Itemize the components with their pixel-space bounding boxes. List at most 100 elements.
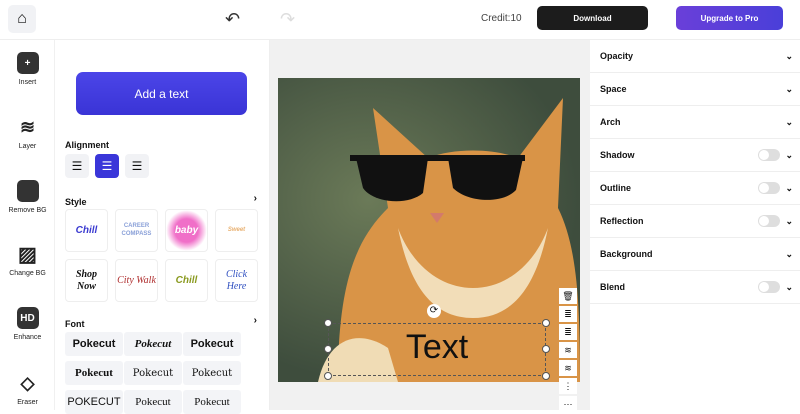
chevron-down-icon[interactable]: ⌄ <box>785 282 793 293</box>
upgrade-button[interactable]: Upgrade to Pro <box>676 6 783 30</box>
redo-icon[interactable]: ↷ <box>280 9 295 30</box>
style-item[interactable]: CAREER COMPASS <box>115 209 158 252</box>
undo-icon[interactable]: ↶ <box>225 9 240 30</box>
align-center-button[interactable]: ☰ <box>95 154 119 178</box>
rail-label: Change BG <box>9 270 46 277</box>
align-left-button[interactable]: ☰ <box>65 154 89 178</box>
send-backward-icon[interactable]: ≣ <box>559 324 577 340</box>
change-bg-icon: ▨ <box>18 243 37 266</box>
tool-rail: + Insert ≋ Layer Remove BG ▨ Change BG HD En… <box>0 40 55 410</box>
chevron-down-icon[interactable]: ⌄ <box>785 117 793 128</box>
property-outline[interactable]: Outline ⌄ <box>590 172 800 205</box>
style-item[interactable]: Sweet <box>215 209 258 252</box>
align-right-button[interactable]: ☰ <box>125 154 149 178</box>
rail-insert[interactable]: + Insert <box>0 52 55 86</box>
hd-icon: HD <box>16 307 39 329</box>
credit-count: Credit:10 <box>481 13 522 24</box>
text-selection-box[interactable]: Text <box>324 319 550 380</box>
font-item[interactable]: Pokecut <box>183 332 241 356</box>
property-arch[interactable]: Arch ⌄ <box>590 106 800 139</box>
style-heading: Style <box>65 197 87 207</box>
rail-change-bg[interactable]: ▨ Change BG <box>0 243 55 278</box>
font-heading: Font <box>65 319 85 329</box>
rail-label: Layer <box>18 143 37 150</box>
home-icon: ⌂ <box>17 10 27 27</box>
chevron-down-icon[interactable]: ⌄ <box>785 249 793 260</box>
style-item[interactable]: City Walk <box>115 259 158 302</box>
property-label: Outline <box>600 183 631 193</box>
delete-icon[interactable]: 🗑 <box>559 288 577 304</box>
property-shadow[interactable]: Shadow ⌄ <box>590 139 800 172</box>
font-item[interactable]: Pokecut <box>65 332 123 356</box>
font-item[interactable]: Pokecut <box>183 390 241 414</box>
chevron-down-icon[interactable]: ⌄ <box>785 216 793 227</box>
chevron-down-icon[interactable]: ⌄ <box>785 51 793 62</box>
object-toolbar: 🗑 ≣ ≣ ≋ ≋ ⋮ ⋯ <box>559 288 577 414</box>
property-label: Opacity <box>600 51 634 61</box>
style-grid: Chill CAREER COMPASS baby Sweet Shop Now… <box>65 209 258 302</box>
font-grid: Pokecut Pokecut Pokecut Pokecut Pokecut … <box>65 332 242 414</box>
resize-handle[interactable] <box>324 372 332 380</box>
resize-handle[interactable] <box>324 345 332 353</box>
property-blend[interactable]: Blend ⌄ <box>590 271 800 304</box>
rail-remove-bg[interactable]: Remove BG <box>0 180 55 214</box>
property-label: Reflection <box>600 216 644 226</box>
rail-label: Insert <box>18 79 37 86</box>
property-toggle[interactable] <box>758 281 780 293</box>
style-more-icon[interactable]: › <box>254 193 257 204</box>
chevron-down-icon[interactable]: ⌄ <box>785 84 793 95</box>
font-item[interactable]: Pokecut <box>124 332 182 356</box>
property-space[interactable]: Space ⌄ <box>590 73 800 106</box>
properties-panel: Opacity ⌄ Space ⌄ Arch ⌄ Shadow ⌄ Outline ⌄ Reflec… <box>590 40 800 410</box>
rotate-icon: ⟳ <box>429 305 439 316</box>
download-button[interactable]: Download <box>537 6 648 30</box>
chevron-down-icon[interactable]: ⌄ <box>785 150 793 161</box>
rotate-handle[interactable]: ⟳ <box>427 304 441 318</box>
property-label: Shadow <box>600 150 635 160</box>
canvas-text[interactable]: Text <box>329 328 545 367</box>
align-right-icon: ☰ <box>131 159 143 173</box>
resize-handle[interactable] <box>542 345 550 353</box>
home-button[interactable]: ⌂ <box>8 5 36 33</box>
style-item[interactable]: Chill <box>65 209 108 252</box>
resize-handle[interactable] <box>542 319 550 327</box>
send-to-back-icon[interactable]: ≋ <box>559 360 577 376</box>
property-opacity[interactable]: Opacity ⌄ <box>590 40 800 73</box>
cat-image[interactable]: ⟳ Text <box>278 78 580 382</box>
font-item[interactable]: Pokecut <box>183 361 241 385</box>
font-item[interactable]: Pokecut <box>124 361 182 385</box>
text-panel: Add a text Alignment ☰ ☰ ☰ Style › Chill… <box>55 40 270 414</box>
property-label: Space <box>600 84 627 94</box>
align-center-icon: ☰ <box>101 159 113 173</box>
chevron-down-icon[interactable]: ⌄ <box>785 183 793 194</box>
style-item[interactable]: baby <box>165 209 208 252</box>
style-item[interactable]: Shop Now <box>65 259 108 302</box>
alignment-heading: Alignment <box>65 140 109 150</box>
bring-forward-icon[interactable]: ≣ <box>559 306 577 322</box>
property-reflection[interactable]: Reflection ⌄ <box>590 205 800 238</box>
font-item[interactable]: POKECUT <box>65 390 123 414</box>
remove-bg-icon <box>16 180 39 202</box>
resize-handle[interactable] <box>324 319 332 327</box>
property-label: Blend <box>600 282 626 292</box>
rail-layer[interactable]: ≋ Layer <box>0 116 55 151</box>
property-toggle[interactable] <box>758 215 780 227</box>
font-item[interactable]: Pokecut <box>124 390 182 414</box>
top-bar: ⌂ ↶ ↷ Credit:10 Download Upgrade to Pro <box>0 0 800 40</box>
rail-enhance[interactable]: HD Enhance <box>0 307 55 341</box>
bring-to-front-icon[interactable]: ≋ <box>559 342 577 358</box>
property-label: Arch <box>600 117 621 127</box>
rail-label: Enhance <box>13 334 42 341</box>
property-background[interactable]: Background ⌄ <box>590 238 800 271</box>
font-more-icon[interactable]: › <box>254 315 257 326</box>
style-item[interactable]: Chill <box>165 259 208 302</box>
center-horizontal-icon[interactable]: ⋮ <box>559 378 577 394</box>
add-text-button[interactable]: Add a text <box>76 72 247 115</box>
property-toggle[interactable] <box>758 182 780 194</box>
style-item[interactable]: Click Here <box>215 259 258 302</box>
align-left-icon: ☰ <box>71 159 83 173</box>
resize-handle[interactable] <box>542 372 550 380</box>
font-item[interactable]: Pokecut <box>65 361 123 385</box>
rail-eraser[interactable]: ◇ Eraser <box>0 372 55 407</box>
property-toggle[interactable] <box>758 149 780 161</box>
